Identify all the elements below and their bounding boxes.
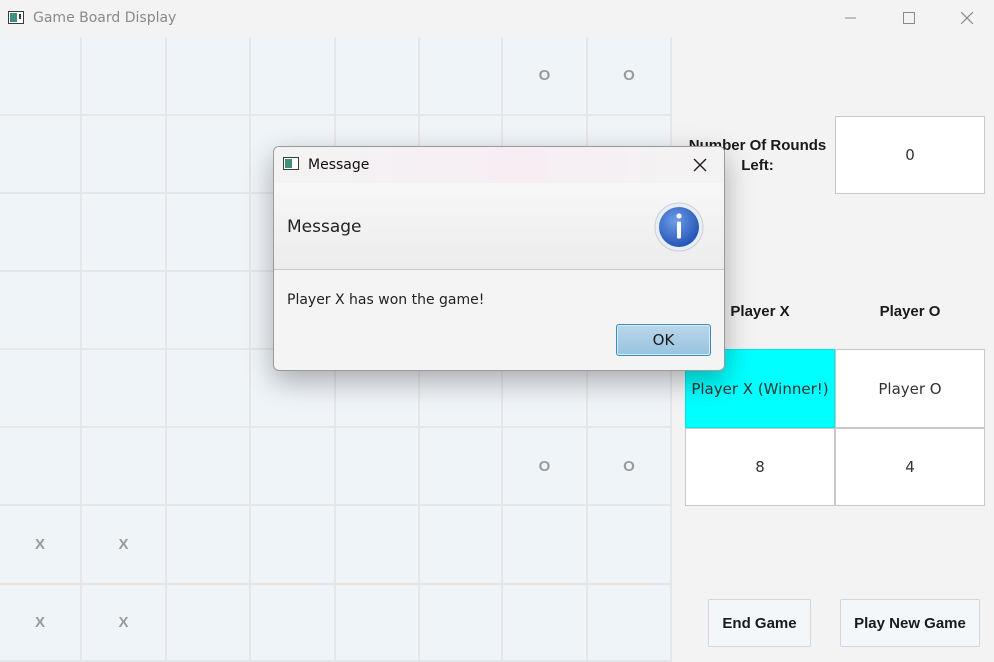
window-titlebar: Game Board Display <box>0 0 994 37</box>
board-cell[interactable] <box>0 194 82 272</box>
info-icon <box>654 202 704 252</box>
board-cell[interactable] <box>0 350 82 428</box>
player-o-header: Player O <box>879 303 941 320</box>
board-cell[interactable] <box>251 37 336 116</box>
board-cell[interactable] <box>336 585 420 662</box>
player-x-score: 8 <box>685 428 835 506</box>
dialog-app-icon <box>283 157 299 170</box>
minimize-button[interactable] <box>822 0 880 37</box>
ok-button[interactable]: OK <box>616 324 711 356</box>
board-cell[interactable] <box>0 428 82 506</box>
player-o-name-box: Player O <box>835 349 985 428</box>
close-icon <box>693 158 707 172</box>
board-cell[interactable] <box>0 272 82 350</box>
board-cell[interactable] <box>251 428 336 506</box>
board-cell[interactable] <box>503 506 588 585</box>
board-cell[interactable] <box>420 585 503 662</box>
board-cell[interactable] <box>503 585 588 662</box>
close-icon <box>961 12 973 24</box>
close-window-button[interactable] <box>938 0 994 37</box>
board-cell[interactable] <box>167 506 251 585</box>
board-cell[interactable] <box>167 350 251 428</box>
board-cell[interactable]: X <box>82 506 167 585</box>
board-cell[interactable] <box>0 116 82 194</box>
board-cell[interactable] <box>82 428 167 506</box>
board-cell[interactable]: O <box>588 37 672 116</box>
dialog-close-button[interactable] <box>692 157 708 173</box>
board-cell[interactable]: X <box>82 585 167 662</box>
board-cell[interactable]: O <box>503 37 588 116</box>
board-cell[interactable] <box>82 37 167 116</box>
dialog-header-text: Message <box>287 217 362 237</box>
dialog-titlebar: Message <box>274 147 724 183</box>
board-cell[interactable] <box>82 350 167 428</box>
message-dialog: Message Message Player X has won the gam… <box>273 146 725 371</box>
board-cell[interactable] <box>82 272 167 350</box>
board-cell[interactable] <box>82 194 167 272</box>
board-cell[interactable] <box>420 428 503 506</box>
board-cell[interactable] <box>0 37 82 116</box>
board-cell[interactable] <box>251 506 336 585</box>
board-cell[interactable] <box>167 116 251 194</box>
board-cell[interactable] <box>82 116 167 194</box>
window-title: Game Board Display <box>33 10 177 26</box>
play-new-game-button[interactable]: Play New Game <box>840 599 980 647</box>
end-game-button[interactable]: End Game <box>708 599 811 647</box>
board-cell[interactable]: O <box>588 428 672 506</box>
dialog-title: Message <box>308 157 370 173</box>
board-cell[interactable] <box>167 272 251 350</box>
dialog-header: Message <box>274 183 724 270</box>
board-cell[interactable] <box>588 585 672 662</box>
app-window-icon <box>8 11 24 24</box>
board-cell[interactable] <box>167 585 251 662</box>
board-cell[interactable] <box>420 37 503 116</box>
board-cell[interactable] <box>420 506 503 585</box>
board-cell[interactable] <box>167 194 251 272</box>
board-cell[interactable]: X <box>0 506 82 585</box>
player-o-score: 4 <box>835 428 985 506</box>
board-cell[interactable] <box>336 506 420 585</box>
board-cell[interactable] <box>336 37 420 116</box>
rounds-left-value: 0 <box>835 116 985 194</box>
board-cell[interactable] <box>251 585 336 662</box>
minimize-icon <box>845 17 856 19</box>
board-cell[interactable] <box>336 428 420 506</box>
board-cell[interactable]: O <box>503 428 588 506</box>
maximize-icon <box>903 12 915 24</box>
board-cell[interactable] <box>167 428 251 506</box>
board-cell[interactable] <box>167 37 251 116</box>
board-cell[interactable] <box>588 506 672 585</box>
maximize-button[interactable] <box>880 0 938 37</box>
board-cell[interactable]: X <box>0 585 82 662</box>
dialog-message: Player X has won the game! <box>287 292 485 308</box>
